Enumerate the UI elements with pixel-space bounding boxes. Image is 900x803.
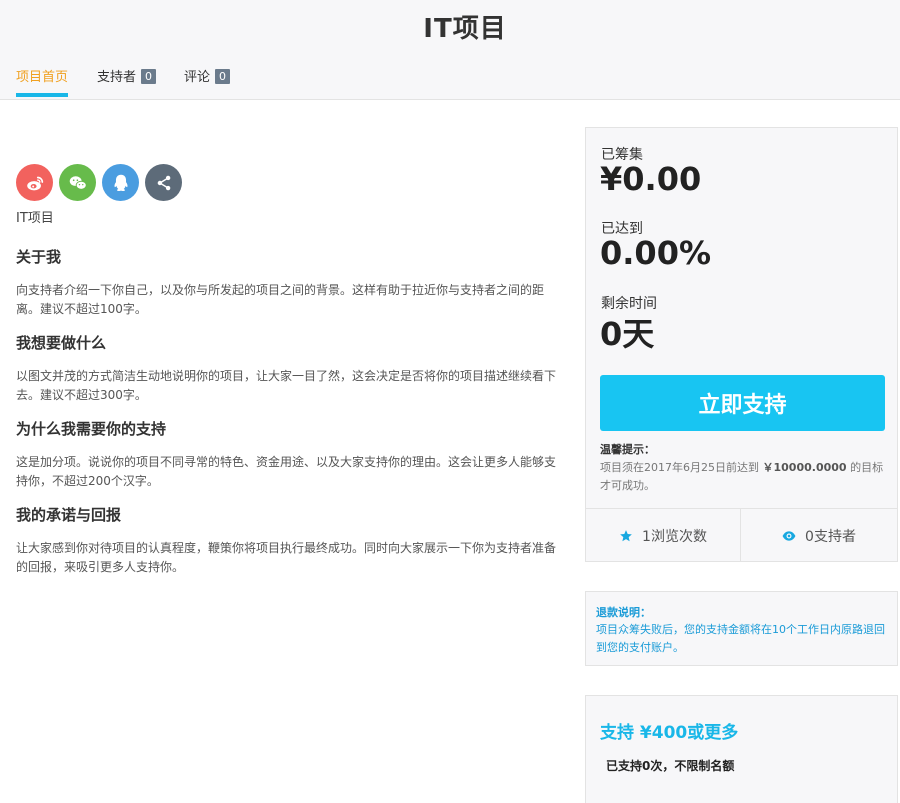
wechat-icon (69, 175, 87, 190)
share-icon (157, 175, 170, 190)
section-what-i-want: 我想要做什么 以图文并茂的方式简洁生动地说明你的项目，让大家一目了然，这会决定是… (16, 332, 556, 405)
tier-title: 支持 ¥400或更多 (600, 723, 739, 743)
supporters-stat: 0支持者 (741, 509, 897, 562)
tab-label: 项目首页 (16, 70, 69, 85)
project-stats: 1浏览次数 0支持者 (586, 508, 897, 562)
eye-icon (782, 530, 796, 541)
project-description: 关于我 向支持者介绍一下你自己，以及你与所发起的项目之间的背景。这样有助于拉近你… (16, 246, 556, 590)
tab-project-home[interactable]: 项目首页 (16, 66, 69, 100)
comments-count-badge: 0 (215, 69, 231, 84)
tip-prefix: 项目须在2017年6月25日前达到 (600, 461, 759, 474)
weibo-share-button[interactable] (16, 164, 53, 201)
tab-supporters[interactable]: 支持者 0 (97, 66, 157, 100)
section-heading: 为什么我需要你的支持 (16, 420, 167, 438)
refund-notice-card: 退款说明： 项目众筹失败后，您的支持金额将在10个工作日内原路退回到您的支付账户… (585, 591, 898, 666)
project-name: IT项目 (16, 211, 54, 226)
qq-share-button[interactable] (102, 164, 139, 201)
section-heading: 我想要做什么 (16, 334, 107, 352)
raised-value: ¥0.00 (600, 160, 702, 198)
section-about-me: 关于我 向支持者介绍一下你自己，以及你与所发起的项目之间的背景。这样有助于拉近你… (16, 246, 556, 319)
funding-status-card: 已筹集 ¥0.00 已达到 0.00% 剩余时间 0天 立即支持 温馨提示： 项… (585, 127, 898, 562)
section-body: 以图文并茂的方式简洁生动地说明你的项目，让大家一目了然，这会决定是否将你的项目描… (16, 369, 557, 402)
section-body: 向支持者介绍一下你自己，以及你与所发起的项目之间的背景。这样有助于拉近你与支持者… (16, 283, 545, 316)
views-text: 1浏览次数 (642, 528, 707, 545)
remaining-value: 0天 (600, 315, 655, 353)
views-stat: 1浏览次数 (586, 509, 741, 562)
section-body: 让大家感到你对待项目的认真程度，鞭策你将项目执行最终成功。同时向大家展示一下你为… (16, 541, 557, 574)
goal-amount: ￥10000.0000 (762, 461, 847, 474)
weibo-icon (26, 176, 43, 190)
supporters-text: 0支持者 (805, 528, 856, 545)
share-more-button[interactable] (145, 164, 182, 201)
section-promise: 我的承诺与回报 让大家感到你对待项目的认真程度，鞭策你将项目执行最终成功。同时向… (16, 504, 556, 577)
section-body: 这是加分项。说说你的项目不同寻常的特色、资金用途、以及大家支持你的理由。这会让更… (16, 455, 557, 488)
tier-subtitle: 已支持0次，不限制名额 (606, 759, 735, 773)
wechat-share-button[interactable] (59, 164, 96, 201)
supporters-count-badge: 0 (141, 69, 157, 84)
support-now-button[interactable]: 立即支持 (600, 375, 885, 431)
tab-label: 评论 (184, 70, 211, 85)
tab-comments[interactable]: 评论 0 (184, 66, 231, 100)
section-why-support: 为什么我需要你的支持 这是加分项。说说你的项目不同寻常的特色、资金用途、以及大家… (16, 418, 556, 491)
star-icon (620, 529, 632, 541)
tip-title: 温馨提示： (600, 443, 655, 456)
reward-tier-card[interactable]: 支持 ¥400或更多 已支持0次，不限制名额 (585, 695, 898, 803)
project-header: IT项目 项目首页 支持者 0 评论 0 (0, 0, 900, 100)
section-heading: 关于我 (16, 248, 62, 266)
refund-text: 项目众筹失败后，您的支持金额将在10个工作日内原路退回到您的支付账户。 (596, 623, 885, 654)
qq-icon (113, 174, 128, 191)
refund-title: 退款说明： (596, 606, 651, 619)
tab-label: 支持者 (97, 70, 137, 85)
page-title: IT项目 (423, 14, 507, 44)
section-heading: 我的承诺与回报 (16, 506, 122, 524)
reached-value: 0.00% (600, 234, 712, 272)
tip-text: 项目须在2017年6月25日前达到 ￥10000.0000 的目标才可成功。 (600, 459, 890, 495)
